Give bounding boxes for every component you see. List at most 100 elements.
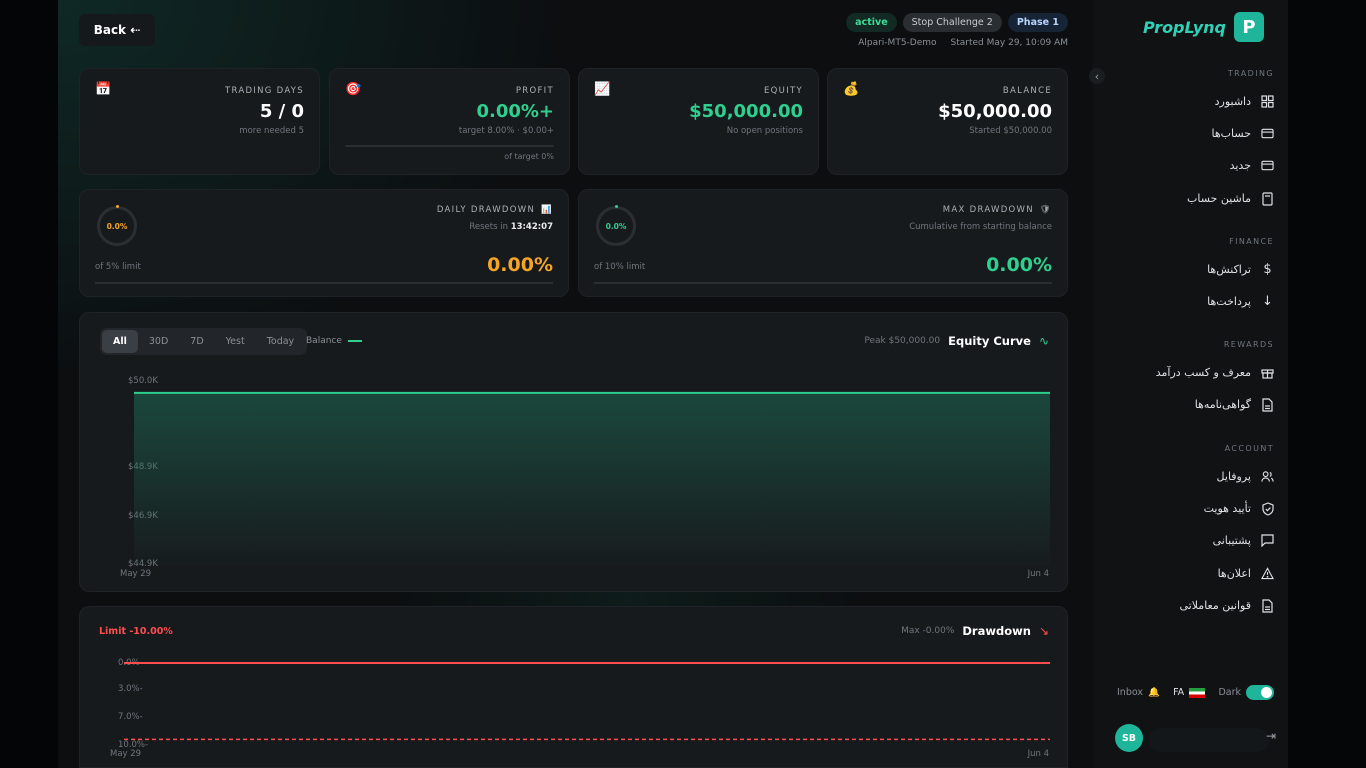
language-switch[interactable]: FA (1173, 687, 1206, 698)
back-button[interactable]: Back ⇠ (79, 14, 155, 46)
section-title-rewards: REWARDS (1223, 340, 1274, 349)
sidebar-footer: Inbox 🔔 FA Dark (1117, 685, 1274, 700)
warning-icon (1261, 567, 1274, 580)
started-time: Started May 29, 10:09 AM (950, 38, 1068, 48)
card-label: MAX DRAWDOWN 🛡 (942, 205, 1052, 215)
inbox-button[interactable]: Inbox 🔔 (1117, 687, 1160, 698)
card-sub2: of target 0% (504, 152, 554, 161)
iran-flag-icon (1189, 687, 1206, 698)
trading-days-card: 📅 TRADING DAYS 5 / 0 more needed 5 (79, 68, 320, 175)
brand-name: PropLynq (1142, 17, 1226, 37)
sidebar-item-verification[interactable]: تأیید هویت (1204, 501, 1274, 516)
brand-logo[interactable]: PropLynq P (1143, 12, 1264, 42)
users-icon (1261, 470, 1274, 483)
document-icon (1261, 397, 1274, 412)
sidebar-item-calculator[interactable]: ماشین حساب (1187, 191, 1274, 206)
theme-switch[interactable]: Dark (1218, 685, 1274, 700)
sidebar-item-support[interactable]: پشتیبانی (1213, 534, 1274, 547)
account-name: Alpari-MT5-Demo (858, 38, 937, 48)
shield-icon: 🛡 (1039, 205, 1052, 215)
avatar[interactable]: SB (1115, 724, 1143, 752)
balance-card: 💰 BALANCE $50,000.00 Started $50,000.00 (827, 68, 1068, 175)
daily-drawdown-value: 0.00% (487, 254, 553, 276)
daily-drawdown-card: 0.0% DAILY DRAWDOWN 📊 Resets in 13:42:07… (79, 189, 569, 297)
chat-icon (1261, 534, 1274, 547)
max-drawdown-card: 0.0% MAX DRAWDOWN 🛡 Cumulative from star… (578, 189, 1068, 297)
drawdown-plot (124, 662, 1050, 741)
dollar-icon: $ (1263, 262, 1272, 277)
sidebar-item-transactions[interactable]: تراکنش‌ها $ (1207, 262, 1274, 277)
card-value: $50,000.00 (938, 101, 1052, 122)
bell-icon: 🔔 (1148, 687, 1160, 698)
card-label: EQUITY (764, 86, 803, 96)
progress-bar (345, 145, 554, 147)
collapse-sidebar-button[interactable]: ‹ (1089, 68, 1105, 84)
phase-badge: Phase 1 (1007, 13, 1068, 32)
progress-bar (95, 282, 553, 284)
equity-chart-card: All 30D 7D Yest Today Balance Peak $50,0… (79, 312, 1068, 592)
max-drawdown-ring: 0.0% (596, 205, 636, 246)
card-label: DAILY DRAWDOWN 📊 (436, 205, 553, 215)
sidebar-item-referral[interactable]: معرف و کسب درآمد (1156, 366, 1274, 379)
card-label: BALANCE (1002, 86, 1052, 96)
target-icon: 🎯 (345, 82, 362, 97)
user-menu[interactable] (1149, 728, 1269, 752)
card-sub: Started $50,000.00 (969, 126, 1052, 136)
right-gutter (1288, 0, 1366, 768)
status-badges: active Stop Challenge 2 Phase 1 (846, 13, 1068, 32)
card-sub: No open positions (726, 126, 803, 136)
card-icon (1261, 159, 1274, 172)
card-value: $50,000.00 (689, 101, 803, 122)
daily-drawdown-ring: 0.0% (97, 205, 137, 246)
calendar-icon: 📅 (95, 82, 112, 97)
ring-value: 0.0% (106, 221, 128, 231)
document-icon (1261, 598, 1274, 613)
card-label: PROFIT (515, 86, 554, 96)
gift-icon (1261, 366, 1274, 379)
equity-card: 📈 EQUITY $50,000.00 No open positions (578, 68, 819, 175)
stop-challenge-button[interactable]: Stop Challenge 2 (902, 13, 1002, 32)
left-gutter (0, 0, 58, 768)
card-sub: target 8.00% · $0.00+ (458, 126, 554, 136)
grid-icon (1261, 95, 1274, 108)
card-sub: Cumulative from starting balance (909, 222, 1052, 232)
card-icon (1261, 127, 1274, 140)
section-title-trading: TRADING (1227, 69, 1274, 78)
max-drawdown-value: 0.00% (986, 254, 1052, 276)
drawdown-chart-card: Limit -10.00% Max -0.00% Drawdown ↘ 0.0%… (79, 606, 1068, 768)
bar-chart-icon: 📊 (541, 205, 553, 215)
reset-timer: Resets in 13:42:07 (469, 222, 553, 232)
sidebar-item-certificates[interactable]: گواهی‌نامه‌ها (1195, 397, 1274, 412)
profit-card: 🎯 PROFIT 0.00%+ target 8.00% · $0.00+ of… (329, 68, 570, 175)
chart-up-icon: 📈 (594, 82, 611, 97)
calculator-icon (1261, 191, 1274, 206)
arrow-down-icon: ↓ (1262, 294, 1273, 309)
sidebar-item-accounts[interactable]: حساب‌ها (1212, 127, 1274, 140)
sidebar-item-payouts[interactable]: پرداخت‌ها ↓ (1207, 294, 1274, 309)
equity-area (134, 392, 1050, 565)
sidebar-item-trading-rules[interactable]: قوانین معاملاتی (1180, 598, 1274, 613)
card-value: 0.00%+ (476, 101, 554, 122)
sidebar-item-new[interactable]: جدید (1230, 159, 1274, 172)
limit-text: of 5% limit (95, 262, 141, 272)
ring-value: 0.0% (605, 221, 627, 231)
theme-toggle[interactable] (1245, 685, 1274, 700)
money-bag-icon: 💰 (843, 82, 860, 97)
account-meta: Alpari-MT5-Demo Started May 29, 10:09 AM (858, 38, 1068, 48)
sidebar-item-notifications[interactable]: اعلان‌ها (1218, 567, 1274, 580)
sidebar: PropLynq P ‹ TRADING داشبورد حساب‌ها جدی… (1089, 0, 1288, 768)
equity-plot (134, 391, 1050, 565)
sidebar-item-dashboard[interactable]: داشبورد (1215, 95, 1274, 108)
card-label: TRADING DAYS (224, 86, 304, 96)
status-badge: active (846, 13, 897, 32)
card-sub: more needed 5 (239, 126, 304, 136)
sidebar-item-profile[interactable]: پروفایل (1217, 470, 1274, 483)
section-title-finance: FINANCE (1229, 237, 1274, 246)
logout-icon[interactable]: ⇥ (1266, 729, 1276, 743)
limit-text: of 10% limit (594, 262, 646, 272)
section-title-account: ACCOUNT (1224, 444, 1274, 453)
main-content: Back ⇠ active Stop Challenge 2 Phase 1 A… (58, 0, 1093, 768)
brand-mark-icon: P (1234, 12, 1264, 42)
shield-check-icon (1261, 501, 1274, 516)
card-value: 5 / 0 (259, 101, 304, 122)
